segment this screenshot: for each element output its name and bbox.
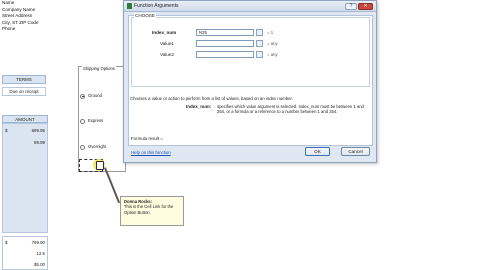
- option-label: Overnight: [88, 144, 107, 149]
- option-label: Ground: [88, 93, 102, 98]
- annotation-callout: Donna Rocks: This is the Cell Link for t…: [120, 196, 184, 226]
- arg-result: = 1: [267, 30, 274, 35]
- function-name: CHOOSE: [134, 13, 156, 18]
- amount-value: 699.95: [31, 128, 45, 133]
- arg-label-value1: Value1: [160, 41, 174, 46]
- company-address-block: Name Company Name Street Address City, S…: [2, 0, 39, 33]
- total-row[interactable]: $5.00: [2, 260, 48, 269]
- amount-row[interactable]: $ 699.95: [2, 126, 48, 135]
- arg-result: = any: [267, 52, 278, 57]
- dialog-title: Function Arguments: [134, 3, 179, 9]
- address-line: Street Address: [2, 13, 33, 19]
- mouse-cursor-highlight-icon: [93, 159, 105, 171]
- value2-input[interactable]: [196, 51, 254, 58]
- close-button[interactable]: ✕: [358, 3, 373, 10]
- arg-label-index-num: Index_num: [152, 30, 177, 35]
- amount-value: 99.99: [34, 140, 45, 145]
- excel-icon: [127, 3, 132, 9]
- index-num-input[interactable]: N25: [196, 29, 254, 36]
- address-line: City, ST ZIP Code: [2, 19, 39, 25]
- callout-pointer: [104, 167, 121, 204]
- address-line: Company Name: [2, 6, 36, 12]
- option-express[interactable]: Express: [80, 118, 103, 124]
- option-label: Express: [88, 118, 104, 123]
- radio-selected-icon[interactable]: [80, 93, 85, 99]
- arg-description: specifies which value argument is select…: [217, 104, 364, 115]
- dialog-titlebar[interactable]: Function Arguments ? ✕: [124, 1, 376, 12]
- radio-icon[interactable]: [80, 118, 85, 124]
- currency-symbol: $: [5, 128, 8, 133]
- cancel-button[interactable]: Cancel: [341, 147, 370, 156]
- function-description: Chooses a value or action to perform fro…: [130, 96, 293, 101]
- address-line: Name: [2, 0, 15, 5]
- help-on-function-link[interactable]: Help on this function: [131, 150, 171, 155]
- shipping-options-label: Shipping Options: [82, 66, 116, 71]
- option-overnight[interactable]: Overnight: [80, 144, 106, 150]
- arg-label-value2: Value2: [160, 52, 174, 57]
- total-value: $5.00: [34, 262, 45, 267]
- arg-result: = any: [267, 41, 278, 46]
- collapse-dialog-icon[interactable]: [256, 40, 263, 47]
- callout-body: This is the Cell Link for the Option But…: [124, 204, 174, 215]
- terms-header-cell[interactable]: TERMS: [2, 75, 46, 84]
- total-value: 799.90: [31, 240, 45, 245]
- currency-symbol: $: [5, 240, 8, 245]
- help-button[interactable]: ?: [345, 3, 357, 10]
- ok-button[interactable]: OK: [305, 147, 330, 156]
- total-value: 12.5: [36, 251, 45, 256]
- total-row[interactable]: 12.5: [2, 249, 48, 258]
- collapse-dialog-icon[interactable]: [256, 51, 263, 58]
- arg-description-label: Index_num:: [186, 104, 212, 109]
- address-line: Phone: [2, 26, 16, 32]
- option-ground[interactable]: Ground: [80, 93, 102, 99]
- formula-result: Formula result =: [131, 136, 163, 141]
- amount-row[interactable]: 99.99: [2, 138, 48, 147]
- terms-value-cell[interactable]: Due on receipt: [2, 87, 46, 96]
- amount-header-cell[interactable]: AMOUNT: [2, 115, 48, 123]
- total-row[interactable]: $ 799.90: [2, 238, 48, 247]
- value1-input[interactable]: [196, 40, 254, 47]
- radio-icon[interactable]: [80, 144, 85, 150]
- collapse-dialog-icon[interactable]: [256, 29, 263, 36]
